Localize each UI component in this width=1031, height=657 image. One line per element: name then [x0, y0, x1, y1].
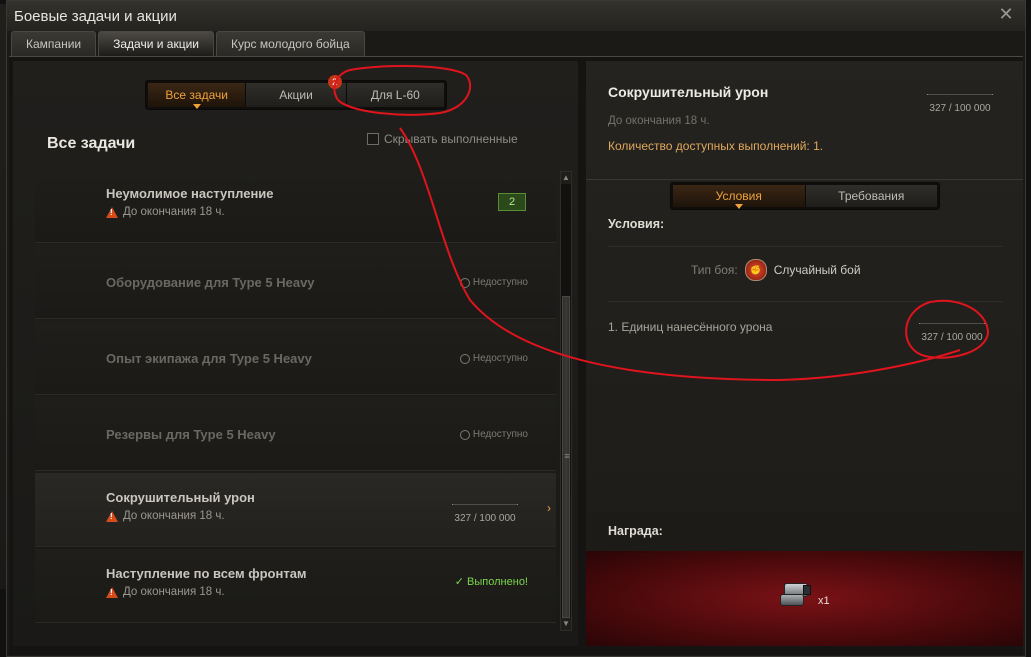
quest-progress: 327 / 100 000 [452, 504, 518, 524]
hide-completed-toggle[interactable]: Скрывать выполненные [367, 132, 518, 146]
filter-all-quests-button[interactable]: Все задачи [148, 83, 247, 109]
scroll-down-arrow-icon[interactable]: ▼ [561, 618, 571, 630]
detail-tab-requirements[interactable]: Требования [805, 185, 937, 207]
scroll-up-arrow-icon[interactable]: ▲ [561, 172, 571, 184]
quest-status-unavailable: Недоступно [459, 353, 528, 364]
reward-title: Награда: [608, 524, 663, 538]
lock-icon [459, 353, 470, 364]
quest-name: Неумолимое наступление [106, 186, 274, 201]
quest-count-badge: 2 [498, 193, 526, 211]
equipment-reward-icon [776, 581, 814, 607]
detail-tab-conditions-label: Условия [715, 189, 762, 203]
quest-name: Опыт экипажа для Type 5 Heavy [106, 351, 312, 366]
hide-completed-checkbox[interactable] [367, 133, 379, 145]
detail-tabs: Условия Требования [670, 182, 940, 210]
quest-name: Резервы для Type 5 Heavy [106, 427, 276, 442]
quest-name: Оборудование для Type 5 Heavy [106, 275, 315, 290]
random-battle-icon: ✊ [744, 259, 767, 281]
battle-type-row: Тип боя: ✊ Случайный бой [691, 259, 861, 281]
quest-row-relentless-offensive[interactable]: Неумолимое наступление До окончания 18 ч… [35, 169, 556, 243]
condition-progress-bar [919, 323, 985, 324]
reward-item[interactable]: x1 [776, 581, 830, 607]
chevron-right-icon: › [547, 501, 551, 515]
window-titlebar: Боевые задачи и акции [7, 1, 1025, 31]
quest-progress-bar [452, 504, 518, 505]
reward-header: Награда: [586, 512, 1023, 551]
lock-icon [459, 429, 470, 440]
condition-progress: 327 / 100 000 [919, 323, 985, 343]
window-title: Боевые задачи и акции [14, 7, 177, 25]
detail-deadline: До окончания 18 ч. [608, 115, 710, 127]
quest-progress-text: 327 / 100 000 [454, 513, 516, 524]
filter-l60-label: Для L-60 [370, 88, 420, 102]
detail-tab-conditions[interactable]: Условия [673, 185, 806, 209]
tab-campaigns[interactable]: Кампании [11, 31, 97, 56]
warning-icon [106, 206, 118, 218]
condition-item: 1. Единиц нанесённого урона [608, 320, 773, 334]
condition-progress-text: 327 / 100 000 [921, 332, 983, 343]
quest-row-all-fronts-offensive[interactable]: Наступление по всем фронтам До окончания… [35, 549, 556, 623]
detail-progress: 327 / 100 000 [927, 94, 993, 114]
hide-completed-label: Скрывать выполненные [384, 132, 518, 146]
quest-deadline: До окончания 18 ч. [106, 206, 225, 218]
conditions-divider [608, 246, 1003, 247]
quest-deadline: До окончания 18 ч. [106, 586, 225, 598]
quest-status-completed: ✓ Выполнено! [454, 576, 528, 588]
detail-tab-requirements-label: Требования [838, 189, 905, 203]
quests-window: Боевые задачи и акции ✕ Кампании Задачи … [6, 0, 1026, 657]
tab-recruit-course[interactable]: Курс молодого бойца [216, 31, 365, 56]
warning-icon [106, 510, 118, 522]
quest-name: Наступление по всем фронтам [106, 566, 307, 581]
quest-deadline-text: До окончания 18 ч. [123, 586, 225, 598]
main-tabs: Кампании Задачи и акции Курс молодого бо… [11, 31, 365, 56]
filter-l60-button[interactable]: Для L-60 [346, 83, 445, 107]
quest-row-crushing-damage[interactable]: Сокрушительный урон До окончания 18 ч. 3… [35, 473, 556, 547]
quest-deadline-text: До окончания 18 ч. [123, 510, 225, 522]
scroll-thumb[interactable]: ≡ [562, 296, 570, 618]
lock-icon [459, 277, 470, 288]
filter-all-quests-label: Все задачи [165, 88, 228, 102]
filter-promos-label: Акции [279, 88, 313, 102]
conditions-title: Условия: [608, 217, 665, 231]
quest-row-crew-exp-type5[interactable]: Опыт экипажа для Type 5 Heavy Недоступно [35, 321, 556, 395]
window-content: Все задачи Акции 2 Для L-60 Все задачи С… [9, 56, 1023, 655]
quest-status-unavailable: Недоступно [459, 277, 528, 288]
quest-list: Неумолимое наступление До окончания 18 ч… [35, 169, 556, 639]
reward-quantity: x1 [818, 595, 830, 607]
reward-panel: x1 [586, 551, 1023, 646]
quest-filter-group: Все задачи Акции 2 Для L-60 [145, 75, 447, 110]
quest-status-text: Недоступно [472, 353, 528, 364]
detail-progress-text: 327 / 100 000 [929, 103, 991, 114]
list-title: Все задачи [47, 135, 136, 152]
quest-detail-panel: Сокрушительный урон 327 / 100 000 До око… [586, 61, 1023, 646]
promos-count-badge: 2 [327, 75, 342, 89]
quest-row-equipment-type5[interactable]: Оборудование для Type 5 Heavy Недоступно [35, 245, 556, 319]
quest-status-text: Недоступно [472, 429, 528, 440]
battle-type-value: Случайный бой [773, 263, 861, 277]
quest-list-panel: Все задачи Акции 2 Для L-60 Все задачи С… [13, 61, 578, 646]
filter-promos-button[interactable]: Акции 2 [246, 75, 347, 107]
tab-quests-and-promos[interactable]: Задачи и акции [98, 31, 214, 56]
quest-row-reserves-type5[interactable]: Резервы для Type 5 Heavy Недоступно [35, 397, 556, 471]
battle-type-label: Тип боя: [691, 263, 738, 277]
quest-name: Сокрушительный урон [106, 490, 255, 505]
quest-deadline: До окончания 18 ч. [106, 510, 225, 522]
detail-title: Сокрушительный урон [608, 84, 769, 100]
conditions-divider [608, 301, 1003, 302]
scroll-grip-icon: ≡ [564, 451, 570, 461]
quest-list-scrollbar[interactable]: ▲ ≡ ▼ [560, 171, 572, 631]
quest-status-unavailable: Недоступно [459, 429, 528, 440]
close-icon[interactable]: ✕ [996, 4, 1016, 24]
detail-progress-bar [927, 94, 993, 95]
detail-divider [586, 179, 1023, 180]
quest-status-text: Недоступно [472, 277, 528, 288]
detail-available-count: Количество доступных выполнений: 1. [608, 139, 824, 153]
warning-icon [106, 586, 118, 598]
quest-deadline-text: До окончания 18 ч. [123, 206, 225, 218]
